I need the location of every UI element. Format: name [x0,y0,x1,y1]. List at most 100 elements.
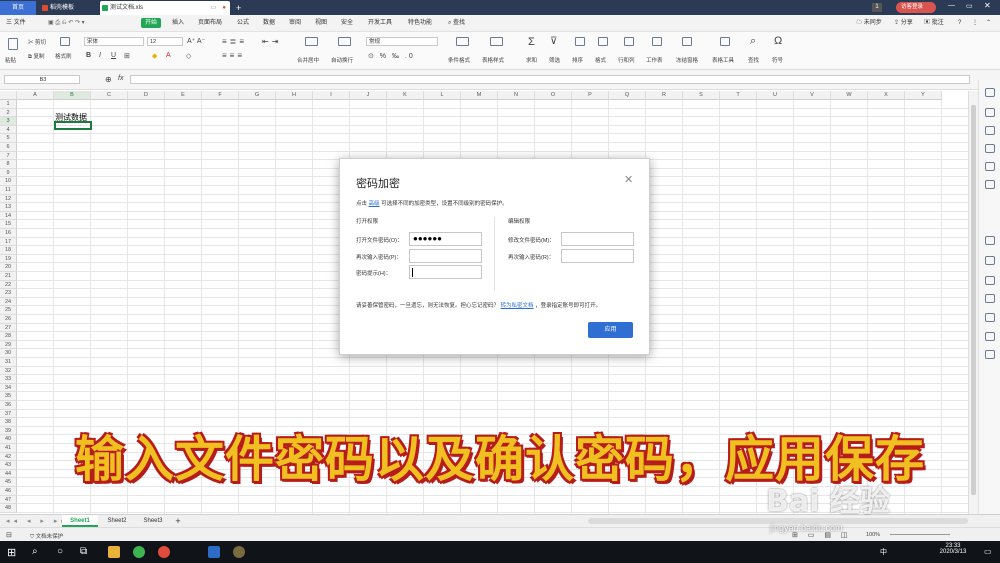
menu-view[interactable]: 视图 [315,19,327,28]
bold-button[interactable]: B [86,52,91,59]
cursor-icon[interactable] [985,88,995,97]
row-header[interactable]: 4 [0,125,17,135]
notification-icon[interactable]: ▭ [984,547,992,556]
menu-search[interactable]: ⌕ 查找 [448,19,465,28]
download-icon[interactable] [985,313,995,322]
close-window-icon[interactable]: ✕ [984,1,991,10]
column-header[interactable]: X [868,91,905,100]
row-header[interactable]: 19 [0,254,17,264]
table-tools-icon[interactable] [720,37,730,46]
number-format-select[interactable]: 常规 [366,37,438,46]
worksheet-label[interactable]: 工作表 [646,56,663,64]
app-green-icon[interactable] [133,546,145,558]
tab-close-dot-icon[interactable]: ● [222,1,226,15]
paste-label[interactable]: 粘贴 [5,56,16,64]
row-header[interactable]: 24 [0,297,17,307]
filter-icon[interactable]: ⊽ [550,36,557,47]
menu-review[interactable]: 审阅 [289,19,301,28]
comment-button[interactable]: ▣ 批注 [924,19,944,28]
row-header[interactable]: 20 [0,263,17,272]
row-header[interactable]: 13 [0,203,17,212]
column-header[interactable]: I [313,91,350,100]
row-header[interactable]: 31 [0,358,17,367]
clear-icon[interactable]: ◇ [186,52,191,60]
column-header[interactable]: F [202,91,239,100]
row-col-icon[interactable] [624,37,634,46]
column-header[interactable]: V [794,91,831,100]
edit-confirm-field[interactable] [561,249,634,263]
symbol-label[interactable]: 符号 [772,56,783,64]
row-header[interactable]: 48 [0,504,17,513]
table-tools-label[interactable]: 表格工具 [712,56,734,64]
row-header[interactable]: 12 [0,194,17,204]
table-style-icon[interactable] [490,37,503,46]
active-cell-b3[interactable] [54,121,92,130]
row-header[interactable]: 15 [0,220,17,229]
column-header[interactable]: Q [609,91,646,100]
column-header[interactable]: G [239,91,276,100]
sheet-tab-2[interactable]: Sheet2 [101,515,133,527]
explorer-icon[interactable] [108,546,120,558]
column-header[interactable]: R [646,91,683,100]
find-icon[interactable]: ⌕ [750,35,756,48]
merge-label[interactable]: 合并居中 [297,56,319,64]
format-painter-label[interactable]: 格式刷 [55,52,72,60]
row-header[interactable]: 33 [0,375,17,384]
conditional-format-icon[interactable] [456,37,469,46]
fill-color-icon[interactable]: ◆ [152,52,157,60]
row-header[interactable]: 18 [0,246,17,255]
task-view-icon[interactable]: ⧉ [80,546,87,557]
column-header[interactable]: J [350,91,387,100]
freeze-icon[interactable] [682,37,692,46]
font-size-select[interactable]: 12 [147,37,183,46]
freeze-label[interactable]: 冻结窗格 [676,56,698,64]
row-header[interactable]: 36 [0,401,17,410]
chart-icon[interactable] [985,180,995,189]
doc-icon[interactable] [985,236,995,245]
column-header[interactable]: L [424,91,461,100]
row-header[interactable]: 32 [0,366,17,376]
menu-security[interactable]: 安全 [341,19,353,28]
row-header[interactable]: 3 [0,117,17,126]
table-icon[interactable] [985,144,995,153]
style-icon[interactable] [985,126,995,135]
row-header[interactable]: 47 [0,495,17,505]
sheet-nav-icons[interactable]: ◂◂ ◂ ▸ ▸▸ [6,517,69,525]
file-menu[interactable]: 三 文件 [6,19,26,28]
column-header[interactable]: U [757,91,794,100]
column-header[interactable]: K [387,91,424,100]
menu-features[interactable]: 特色功能 [408,19,432,28]
row-header[interactable]: 2 [0,108,17,118]
row-header[interactable]: 10 [0,177,17,186]
apply-button[interactable]: 应用 [588,322,633,338]
apps-icon[interactable] [985,162,995,171]
row-header[interactable]: 30 [0,349,17,358]
menu-formula[interactable]: 公式 [237,19,249,28]
menu-start[interactable]: 开始 [141,18,162,28]
quick-access-icons[interactable]: ▣ ⎙ ⎌ ↶ ↷ ▾ [48,19,85,28]
conditional-format-label[interactable]: 条件格式 [448,56,470,64]
paste-icon[interactable] [8,38,18,50]
windows-start-icon[interactable]: ⊞ [7,546,16,559]
row-header[interactable]: 26 [0,315,17,324]
sort-label[interactable]: 排序 [572,56,583,64]
row-header[interactable]: 22 [0,280,17,290]
wrap-label[interactable]: 自动换行 [331,56,353,64]
status-icon[interactable]: ⊟ [6,531,12,539]
row-header[interactable]: 9 [0,168,17,178]
row-header[interactable]: 11 [0,186,17,195]
app-blue-icon[interactable] [208,546,220,558]
format-label[interactable]: 格式 [595,56,606,64]
login-button[interactable]: 访客登录 [896,2,936,13]
zoom-slider[interactable] [890,534,950,535]
copy-button[interactable]: ⧉ 复制 [28,52,44,61]
tab-templates[interactable]: 稻壳模板 [40,1,96,15]
collapse-ribbon-icon[interactable]: ⌃ [986,19,991,28]
tab-window-icon[interactable]: ▭ [210,1,216,15]
row-header[interactable]: 28 [0,332,17,341]
row-header[interactable]: 21 [0,272,17,281]
column-header[interactable]: S [683,91,720,100]
row-header[interactable]: 34 [0,383,17,393]
private-doc-link[interactable]: 转为私密文档 [501,303,534,309]
row-header[interactable]: 37 [0,409,17,419]
